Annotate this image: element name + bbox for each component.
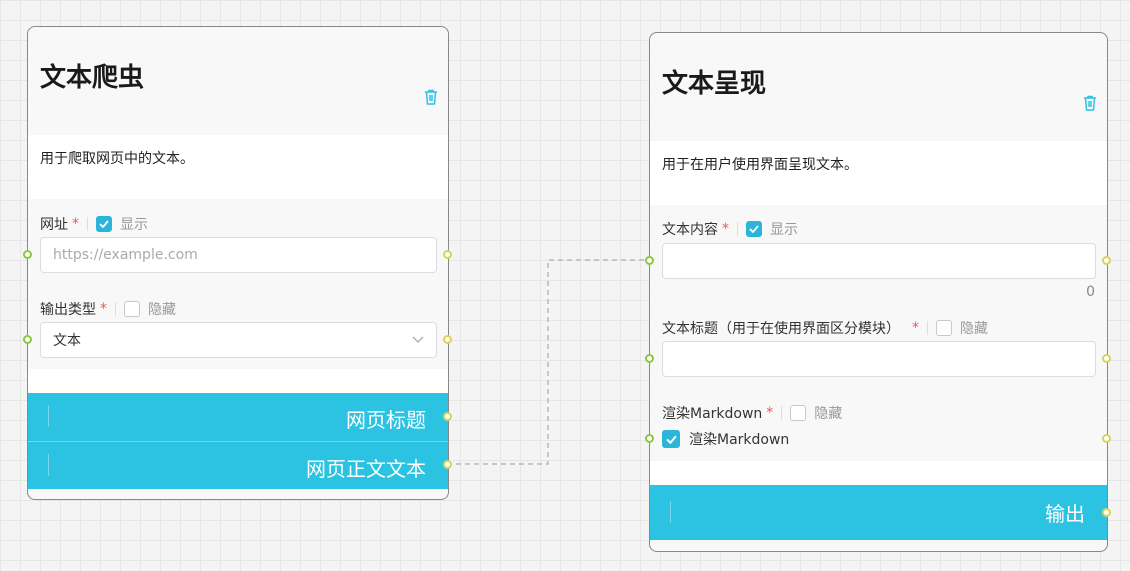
- markdown-input-port[interactable]: [645, 434, 654, 443]
- node-text-display[interactable]: 文本呈现 用于在用户使用界面呈现文本。 文本内容 * 显示 0 文本标题（用于在…: [645, 32, 1111, 552]
- content-textarea[interactable]: [662, 243, 1096, 279]
- title-input-port[interactable]: [645, 354, 654, 363]
- markdown-checkbox-row[interactable]: 渲染Markdown: [662, 428, 789, 450]
- output-web-body-text[interactable]: 网页正文文本: [28, 442, 448, 489]
- node-title: 文本爬虫: [40, 63, 145, 93]
- content-field-label: 文本内容 * 显示: [662, 221, 798, 238]
- spacer: [650, 461, 1107, 485]
- title-output-port[interactable]: [1102, 354, 1111, 363]
- url-show-checkbox[interactable]: [96, 216, 112, 232]
- output-render-port[interactable]: [1102, 508, 1111, 517]
- spacer: [28, 369, 448, 393]
- chevron-down-icon: [412, 336, 424, 343]
- content-input-port[interactable]: [645, 256, 654, 265]
- content-show-checkbox[interactable]: [746, 221, 762, 237]
- markdown-hide-checkbox[interactable]: [790, 405, 807, 421]
- title-field-label: 文本标题（用于在使用界面区分模块） * 隐藏: [662, 320, 988, 337]
- trash-icon[interactable]: [1083, 95, 1097, 111]
- title-input[interactable]: [662, 341, 1096, 377]
- type-hide-checkbox[interactable]: [124, 301, 140, 317]
- trash-icon[interactable]: [424, 89, 438, 105]
- check-icon: [749, 225, 759, 233]
- title-hide-checkbox[interactable]: [936, 320, 952, 336]
- type-field-label: 输出类型 * 隐藏: [40, 301, 176, 318]
- node-title: 文本呈现: [662, 69, 767, 99]
- output-type-select[interactable]: 文本: [40, 322, 437, 358]
- node-header: 文本爬虫: [28, 27, 448, 136]
- markdown-checkbox[interactable]: [662, 430, 680, 448]
- output-web-body-port[interactable]: [443, 460, 452, 469]
- content-output-port[interactable]: [1102, 256, 1111, 265]
- char-count: 0: [1086, 284, 1095, 300]
- url-input-port[interactable]: [23, 250, 32, 259]
- output-web-title-port[interactable]: [443, 412, 452, 421]
- output-render[interactable]: 输出: [650, 485, 1107, 540]
- output-web-title[interactable]: 网页标题: [28, 393, 448, 441]
- check-icon: [99, 220, 109, 228]
- node-description: 用于在用户使用界面呈现文本。: [650, 141, 1107, 205]
- node-description: 用于爬取网页中的文本。: [28, 135, 448, 199]
- url-output-port[interactable]: [443, 250, 452, 259]
- markdown-output-port[interactable]: [1102, 434, 1111, 443]
- check-icon: [665, 435, 677, 444]
- url-field-label: 网址 * 显示: [40, 216, 148, 233]
- type-output-port[interactable]: [443, 335, 452, 344]
- url-input[interactable]: https://example.com: [40, 237, 437, 273]
- node-header: 文本呈现: [650, 33, 1107, 142]
- markdown-field-label: 渲染Markdown * 隐藏: [662, 405, 843, 422]
- type-input-port[interactable]: [23, 335, 32, 344]
- node-web-scraper[interactable]: 文本爬虫 用于爬取网页中的文本。 网址 * 显示 https://example…: [23, 26, 452, 500]
